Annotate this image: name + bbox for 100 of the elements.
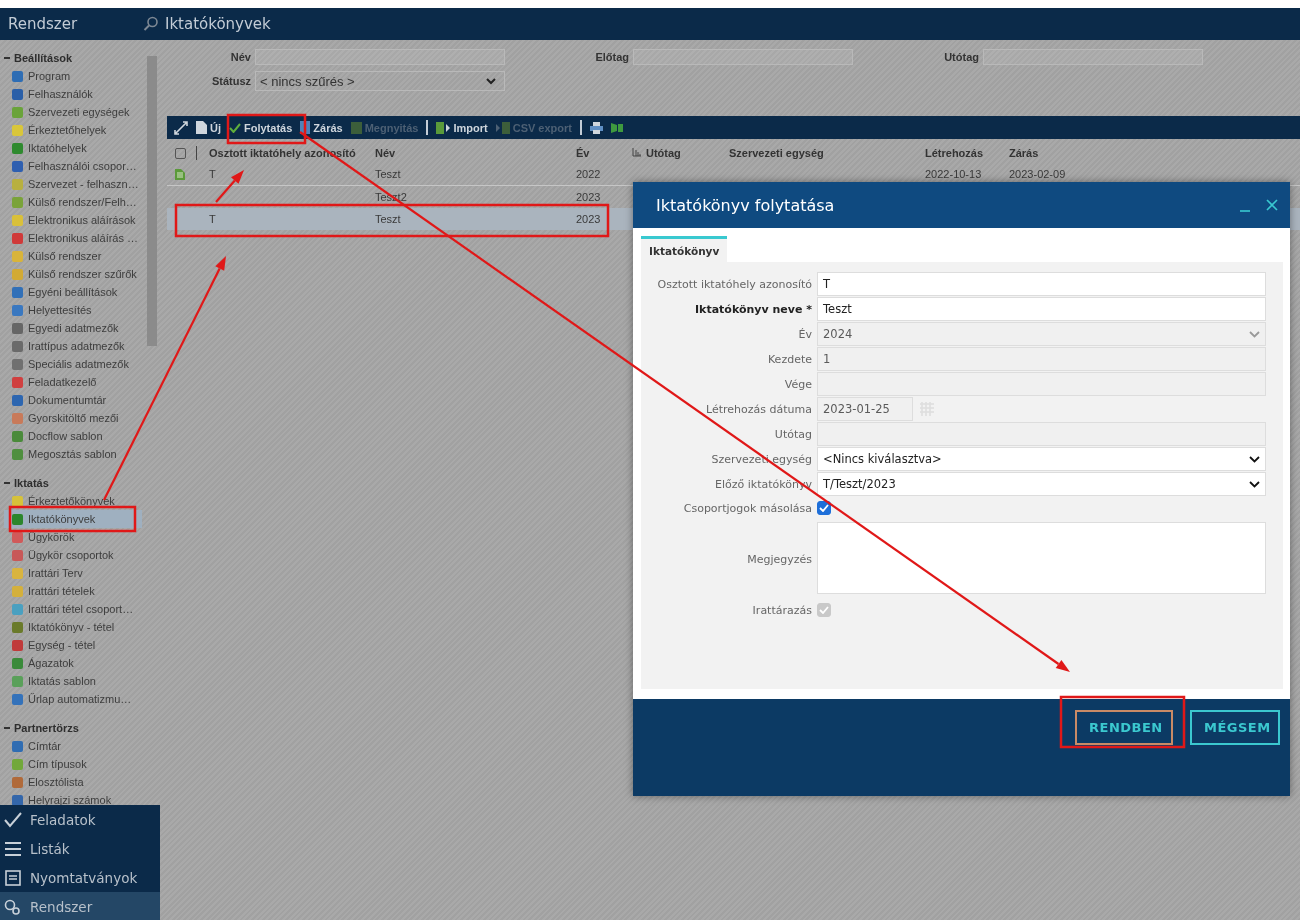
sidebar-item-label: Megosztás sablon (28, 448, 117, 460)
toolbar-button[interactable]: Import (433, 119, 491, 136)
sidebar-item[interactable]: Cím típusok (4, 755, 142, 773)
sidebar-item[interactable]: Külső rendszer/Felh… (4, 193, 142, 211)
sidebar-item[interactable]: Elektronikus aláírások (4, 211, 142, 229)
select-field[interactable]: T/Teszt/2023 (817, 472, 1266, 496)
field-label: Év (797, 327, 812, 341)
filter-field[interactable] (255, 49, 505, 65)
sidebar-item[interactable]: Irattípus adatmezők (4, 337, 142, 355)
arrow (215, 170, 244, 203)
filter-label: Utótag (943, 51, 979, 63)
table-cell-text: 2023 (576, 191, 602, 203)
sidebar-section-title: Partnertörzs (14, 722, 79, 734)
select-all-checkbox[interactable] (175, 147, 186, 159)
column-header[interactable]: Szervezeti egység (729, 147, 925, 159)
sidebar-item-label: Egység - tétel (28, 639, 96, 651)
select-field[interactable]: <Nincs kiválasztva> (817, 447, 1266, 471)
sidebar-item[interactable]: Érkeztetőhelyek (4, 121, 142, 139)
printer-icon[interactable] (590, 121, 603, 134)
sidebar-item[interactable]: Dokumentumtár (4, 391, 142, 409)
sidebar-item[interactable]: Űrlap automatizmu… (4, 690, 142, 708)
field-label: Csoportjogok másolása (682, 501, 812, 515)
sidebar-item[interactable]: Gyorskitöltő mezői (4, 409, 142, 427)
nav-item[interactable]: Feladatok (0, 805, 160, 834)
checkbox[interactable] (817, 501, 831, 515)
sidebar-item[interactable]: Felhasználói csopor… (4, 157, 142, 175)
sidebar-item[interactable]: Docflow sablon (4, 427, 142, 445)
tab[interactable]: Iktatókönyv (641, 236, 728, 262)
nav-item[interactable]: Rendszer (0, 892, 160, 920)
sidebar-item[interactable]: Érkeztetőkönyvek (4, 492, 142, 510)
text-field[interactable]: Teszt (817, 297, 1266, 321)
sidebar-item[interactable]: Irattári tétel csoport… (4, 600, 142, 618)
column-header[interactable]: Év (576, 147, 632, 159)
filter-field[interactable] (633, 49, 853, 65)
sidebar-item-label: Irattári Terv (28, 567, 83, 579)
column-header[interactable]: Zárás (1009, 147, 1129, 159)
sidebar-item[interactable]: Külső rendszer (4, 247, 142, 265)
toolbar-button[interactable]: Folytatás (226, 119, 296, 136)
minimize-button[interactable] (1238, 208, 1252, 214)
sidebar-item-label: Szervezeti egységek (28, 106, 130, 118)
sort-icon[interactable] (632, 148, 642, 157)
field-label: Iktatókönyv neve * (694, 302, 812, 316)
sidebar-item[interactable]: Címtár (4, 737, 142, 755)
filter-select[interactable]: < nincs szűrés > (255, 71, 505, 91)
list-icon (4, 840, 22, 857)
column-header[interactable]: Név (375, 147, 576, 159)
nav-label: Nyomtatványok (30, 869, 138, 886)
sidebar-item-label: Irattípus adatmezők (28, 340, 125, 352)
sidebar-item[interactable]: Helyettesítés (4, 301, 142, 319)
page-title: Iktatókönyvek (165, 15, 271, 33)
sidebar-item[interactable]: Iktatóhelyek (4, 139, 142, 157)
sidebar-item[interactable]: Speciális adatmezők (4, 355, 142, 373)
cancel-button[interactable]: MÉGSEM (1190, 710, 1280, 745)
minimize-icon (1240, 210, 1250, 212)
sidebar-item[interactable]: Szervezeti egységek (4, 103, 142, 121)
sidebar-item-label: Ügykör csoportok (28, 549, 114, 561)
sidebar-item[interactable]: Külső rendszer szűrők (4, 265, 142, 283)
sidebar-item-label: Egyéni beállítások (28, 286, 118, 298)
sidebar-item[interactable]: Megosztás sablon (4, 445, 142, 463)
form-icon (4, 869, 22, 886)
column-header[interactable]: Utótag (646, 147, 729, 159)
sidebar-item-label: Szervezet - felhaszn… (28, 178, 139, 190)
sidebar-item[interactable]: Iktatókönyv - tétel (4, 618, 142, 636)
sidebar-item[interactable]: Elosztólista (4, 773, 142, 791)
sidebar-item-label: Iktatóhelyek (28, 142, 87, 154)
sidebar-item-label: Ügykörök (28, 531, 75, 543)
toolbar-button[interactable]: Új (193, 119, 224, 136)
close-button[interactable] (1264, 197, 1280, 213)
sidebar-item[interactable]: Felhasználók (4, 85, 142, 103)
sidebar-item[interactable]: Egyedi adatmezők (4, 319, 142, 337)
toolbar-button[interactable]: Zárás (297, 119, 346, 136)
nav-item[interactable]: Listák (0, 834, 160, 863)
nav-item[interactable]: Nyomtatványok (0, 863, 160, 892)
table-cell-text: Teszt (375, 168, 402, 180)
sidebar-item[interactable]: Ügykörök (4, 528, 142, 546)
sidebar-item-label: Speciális adatmezők (28, 358, 129, 370)
sidebar-item-label: Iktatás sablon (28, 675, 96, 687)
text-area[interactable] (817, 522, 1266, 594)
table-cell-text: 2022 (576, 168, 602, 180)
sidebar-item[interactable]: Iktatás sablon (4, 672, 142, 690)
sidebar-item[interactable]: Irattári Terv (4, 564, 142, 582)
sidebar-item[interactable]: Elektronikus aláírás … (4, 229, 142, 247)
sidebar-item[interactable]: Szervezet - felhaszn… (4, 175, 142, 193)
sidebar-item[interactable]: Ágazatok (4, 654, 142, 672)
sidebar-item[interactable]: Feladatkezelő (4, 373, 142, 391)
sidebar-item-label: Feladatkezelő (28, 376, 97, 388)
sidebar-item[interactable]: Iktatókönyvek (4, 510, 142, 528)
sidebar-item[interactable]: Egyéni beállítások (4, 283, 142, 301)
sidebar-item[interactable]: Ügykör csoportok (4, 546, 142, 564)
spreadsheet-icon[interactable] (611, 121, 623, 134)
filter-field[interactable] (983, 49, 1203, 65)
ok-button[interactable]: RENDBEN (1075, 710, 1173, 745)
sidebar-item[interactable]: Irattári tételek (4, 582, 142, 600)
text-field[interactable]: T (817, 272, 1266, 296)
column-header[interactable]: Létrehozás (925, 147, 1009, 159)
table-cell-text: Teszt (375, 213, 402, 225)
sidebar-item[interactable]: Program (4, 67, 142, 85)
chevron-icon (1249, 480, 1260, 488)
expand-icon[interactable] (174, 120, 188, 135)
sidebar-item[interactable]: Egység - tétel (4, 636, 142, 654)
